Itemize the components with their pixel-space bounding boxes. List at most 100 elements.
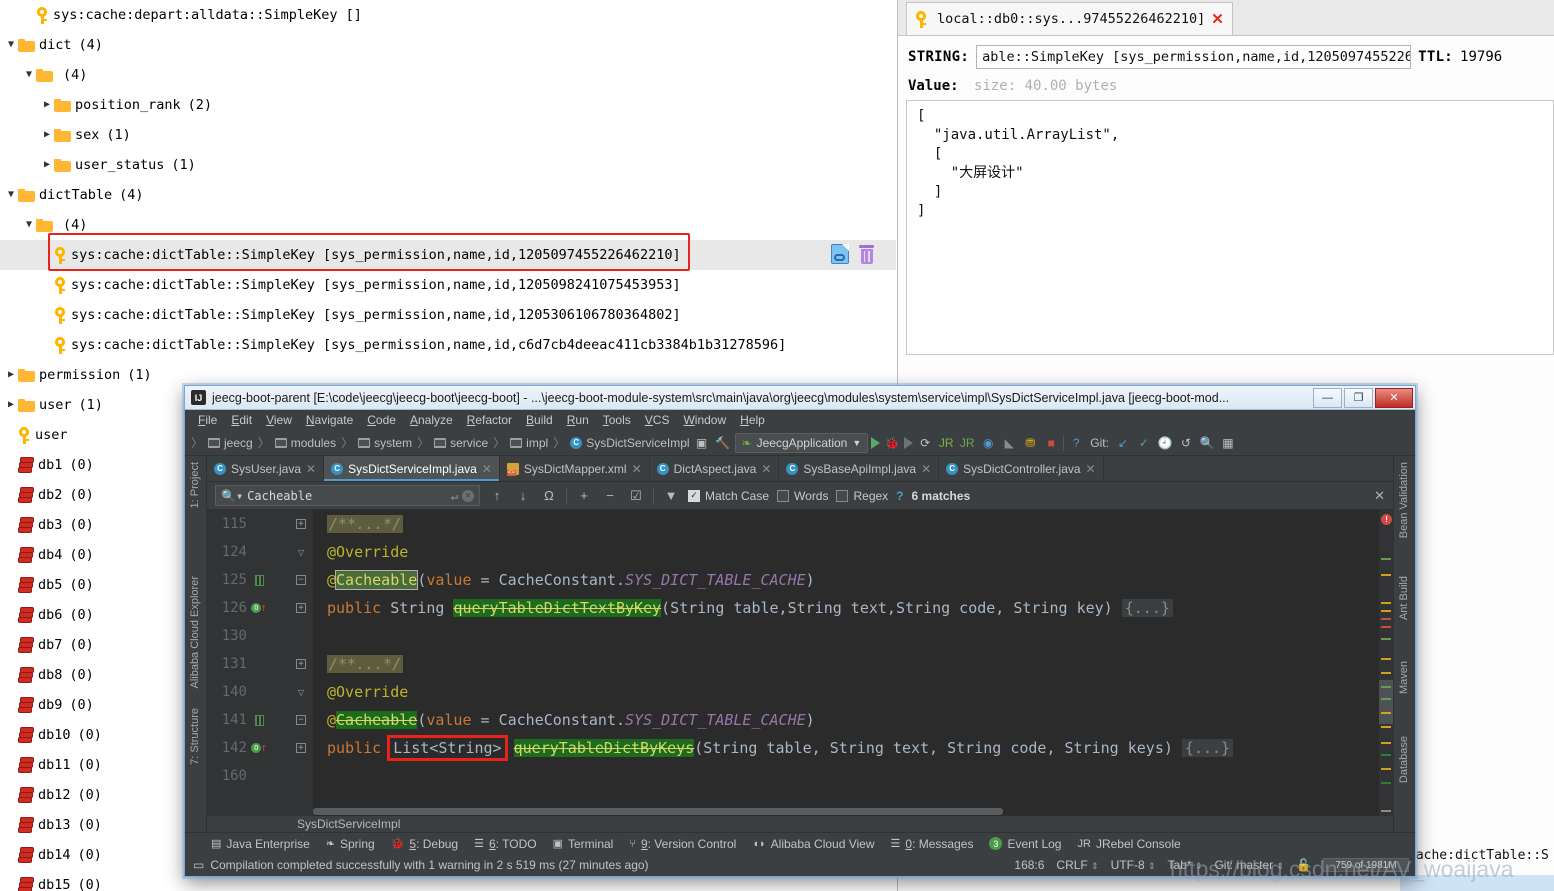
code-line[interactable]: public String queryTableDictTextByKey(St… [327,594,1363,622]
gutter-line[interactable]: 130 [207,622,289,650]
tool-strip-alibaba-cloud-explorer[interactable]: Alibaba Cloud Explorer [189,576,201,689]
editor-tab-dictaspect-java[interactable]: C DictAspect.java ✕ [650,456,780,481]
override-method-icon[interactable]: O ↑ [251,594,267,622]
clear-search-icon[interactable]: ✕ [462,489,474,502]
close-tab-icon[interactable]: ✕ [761,462,771,476]
tree-row[interactable]: ▼ dictTable (4) [0,180,896,210]
expand-fold-icon[interactable]: + [296,603,306,613]
gutter-line[interactable]: 140 [207,678,289,706]
indent-setting[interactable]: Tab* ⇕ [1168,858,1203,872]
code-line-blank[interactable] [327,762,1363,790]
code-text-area[interactable]: /**...*/@Override @Cacheable(value = Cach… [313,510,1363,816]
editor-tab-sysdictcontroller-java[interactable]: C SysDictController.java ✕ [939,456,1104,481]
words-option[interactable]: Words [777,489,828,503]
tree-row[interactable]: sys:cache:dictTable::SimpleKey [sys_perm… [0,300,896,330]
attach-profiler-icon[interactable]: ◣ [1000,434,1018,452]
gutter-line[interactable]: 125 [207,566,289,594]
help-icon[interactable]: ? [1067,434,1085,452]
run-inline-icon[interactable]: ▣ [693,434,711,452]
collapsed-method-body[interactable]: {...} [1121,599,1173,617]
expand-fold-icon[interactable]: + [296,659,306,669]
collapse-arrow-icon[interactable]: ▶ [40,120,54,150]
menu-item-navigate[interactable]: Navigate [299,412,360,428]
search-input[interactable]: 🔍▾ Cacheable ↵ ✕ [215,485,480,506]
stop-button[interactable]: ■ [1042,434,1060,452]
maximize-button[interactable]: ❐ [1344,387,1373,408]
filter-icon[interactable]: ▼ [662,487,680,505]
stripe-marker[interactable] [1381,754,1391,756]
stripe-marker[interactable] [1381,602,1391,604]
window-controls[interactable]: — ❐ ✕ [1313,387,1413,408]
tree-row[interactable]: ▼ (4) [0,60,896,90]
row-action-buttons[interactable] [831,244,874,264]
run-button[interactable] [871,436,881,449]
history-icon[interactable]: 🕘 [1156,434,1174,452]
stop-profiler-icon[interactable]: ⛃ [1021,434,1039,452]
tree-row[interactable]: ▼ (4) [0,210,896,240]
tree-row-selected[interactable]: sys:cache:dictTable::SimpleKey [sys_perm… [0,240,896,270]
menu-item-help[interactable]: Help [733,412,772,428]
fold-end-icon[interactable]: ▽ [298,546,305,559]
tool-window-jrebel-console[interactable]: JR JRebel Console [1077,837,1180,851]
git-branch[interactable]: Git: master ⇕ [1214,858,1284,872]
code-line[interactable]: @Cacheable(value = CacheConstant.SYS_DIC… [327,706,1363,734]
jrebel-monitor-icon[interactable]: ◉ [979,434,997,452]
stripe-marker[interactable] [1381,726,1391,728]
tool-window-event-log[interactable]: 3 Event Log [989,837,1061,851]
close-find-bar-icon[interactable]: ✕ [1374,488,1385,504]
error-count-icon[interactable]: ! [1381,514,1392,525]
spring-bean-icon[interactable] [251,714,267,726]
search-match-cacheable[interactable]: Cacheable [336,711,418,729]
tool-window-5-debug[interactable]: 🐞 5: Debug [391,837,458,851]
stripe-marker[interactable] [1381,768,1391,770]
layout-icon[interactable]: ▦ [1219,434,1237,452]
unlocked-icon[interactable]: 🔓 [1296,858,1311,872]
expand-arrow-icon[interactable]: ▼ [4,30,18,60]
menu-item-view[interactable]: View [259,412,299,428]
menu-item-build[interactable]: Build [519,412,560,428]
menu-item-edit[interactable]: Edit [224,412,259,428]
collapsed-method-body[interactable]: {...} [1181,739,1234,757]
collapse-arrow-icon[interactable]: ▶ [40,90,54,120]
tree-row[interactable]: sys:cache:dictTable::SimpleKey [sys_perm… [0,330,896,360]
editor-gutter[interactable]: 115 124 125 126 O ↑ 130 131 140 141 142 O ↑ 160 [207,510,289,816]
gutter-line[interactable]: 160 [207,762,289,790]
stripe-marker[interactable] [1381,626,1391,628]
tool-window-alibaba-cloud-view[interactable]: ◖◗ Alibaba Cloud View [752,837,874,851]
left-tool-strip[interactable]: 1: Project Alibaba Cloud Explorer 7: Struc… [185,456,207,876]
tree-row[interactable]: ▼ dict (4) [0,30,896,60]
menu-item-vcs[interactable]: VCS [638,412,677,428]
breadcrumb-item-jeecg[interactable]: jeecg [208,436,253,450]
status-bar-right[interactable]: 168:6 CRLF ⇕ UTF-8 ⇕ Tab* ⇕ Git: master … [1014,858,1415,872]
file-encoding[interactable]: UTF-8 ⇕ [1111,858,1156,872]
breadcrumb-item-impl[interactable]: impl [510,436,548,450]
hscroll-thumb[interactable] [313,808,1003,815]
stripe-marker[interactable] [1381,574,1391,576]
search-match-method-name[interactable]: queryTableDictByKeys [513,739,695,757]
tree-row[interactable]: sys:cache:dictTable::SimpleKey [sys_perm… [0,270,896,300]
breadcrumb-item-service[interactable]: service [434,436,488,450]
collapse-arrow-icon[interactable]: ▶ [4,360,18,390]
search-match-cacheable[interactable]: Cacheable [335,570,419,590]
collapse-fold-icon[interactable]: − [296,715,306,725]
right-tool-strip[interactable]: Bean Validation Ant Build Maven Database [1393,456,1415,876]
tree-row[interactable]: ▶ position_rank (2) [0,90,896,120]
fold-marker[interactable]: − [289,566,313,594]
fold-end-icon[interactable]: ▽ [298,686,305,699]
gutter-line[interactable]: 142 O ↑ [207,734,289,762]
search-everywhere-icon[interactable]: 🔍 [1198,434,1216,452]
stripe-marker[interactable] [1381,672,1391,674]
fold-marker[interactable]: ▽ [289,538,313,566]
run-with-coverage-button[interactable] [904,436,914,449]
stripe-marker[interactable] [1381,810,1391,812]
collapse-arrow-icon[interactable]: ▶ [40,150,54,180]
memory-indicator[interactable]: 759 of 1981M [1323,858,1409,872]
add-occurrence-icon[interactable]: + [575,487,593,505]
idea-title-bar[interactable]: IJ jeecg-boot-parent [E:\code\jeecg\jeec… [185,386,1415,410]
menu-item-tools[interactable]: Tools [596,412,638,428]
match-case-option[interactable]: ✓ Match Case [688,489,769,503]
code-line[interactable]: /**...*/ [327,510,1363,538]
error-stripe-marker-bar[interactable]: ! [1379,510,1393,816]
words-checkbox[interactable] [777,489,790,502]
expand-fold-icon[interactable]: + [296,519,306,529]
